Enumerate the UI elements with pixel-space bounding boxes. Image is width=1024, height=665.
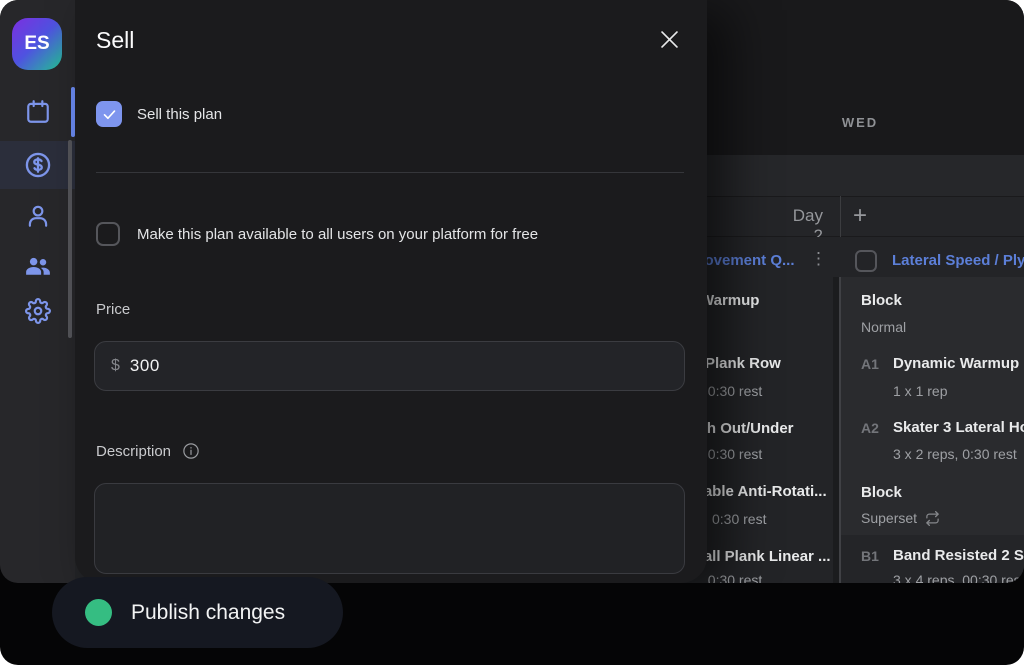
exercise-name: Warmup [700, 292, 759, 309]
sidebar-item-settings[interactable] [0, 287, 75, 335]
free-plan-label: Make this plan available to all users on… [137, 226, 538, 243]
block-type-text: Superset [861, 510, 917, 526]
modal-divider [96, 172, 684, 173]
sell-this-plan-label: Sell this plan [137, 106, 222, 123]
gear-icon [25, 298, 51, 324]
checkmark-icon [102, 107, 117, 122]
exercise-name: Plank Row [705, 355, 781, 372]
description-input[interactable] [94, 483, 685, 574]
publish-changes-button[interactable]: Publish changes [52, 577, 343, 648]
day-column-divider [840, 196, 841, 237]
block-label: Block [861, 484, 902, 501]
price-label: Price [96, 301, 130, 318]
sidebar: ES [0, 0, 75, 583]
sidebar-item-calendar[interactable] [0, 88, 75, 136]
exercise-name: Dynamic Warmup [893, 355, 1019, 372]
sidebar-item-profile[interactable] [0, 192, 75, 240]
close-icon [661, 31, 678, 48]
exercise-detail: 1 x 1 rep [893, 383, 947, 399]
workout-title-link-left[interactable]: Movement Q... [692, 252, 795, 269]
description-label: Description [96, 443, 171, 460]
column-gap [833, 277, 839, 583]
exercise-detail: , 0:30 rest [700, 383, 762, 399]
app-window: WED Day 2 + Movement Q... ⋮ Warmup Plank… [0, 0, 1024, 665]
exercise-detail: 0:30 rest [712, 511, 766, 527]
more-options-icon[interactable]: ⋮ [810, 249, 827, 269]
exercise-id: A2 [861, 420, 879, 436]
add-workout-button[interactable]: + [846, 202, 874, 230]
sidebar-item-clients[interactable] [0, 242, 75, 290]
app-surface: WED Day 2 + Movement Q... ⋮ Warmup Plank… [0, 0, 1024, 583]
currency-symbol: $ [111, 357, 120, 375]
people-group-icon [23, 251, 53, 281]
block-type: Normal [861, 319, 906, 335]
exercise-name: Skater 3 Lateral Hop [893, 419, 1024, 436]
dollar-circle-icon [24, 151, 52, 179]
exercise-detail: 3 x 4 reps, 00:30 rest [893, 572, 1024, 583]
workout-select-checkbox[interactable] [855, 250, 877, 272]
workout-title-link-right[interactable]: Lateral Speed / Plyo [892, 252, 1024, 269]
superset-repeat-icon [925, 511, 940, 526]
calendar-icon [25, 99, 51, 125]
modal-title: Sell [96, 27, 134, 54]
sidebar-item-payments[interactable] [0, 141, 75, 189]
sell-this-plan-checkbox[interactable] [96, 101, 122, 127]
exercise-detail: , 0:30 rest [700, 572, 762, 583]
block-type: Superset [861, 510, 940, 526]
price-input[interactable] [130, 356, 668, 376]
info-icon[interactable] [182, 442, 200, 460]
price-field: $ [94, 341, 685, 391]
exercise-detail: 3 x 2 reps, 0:30 rest [893, 446, 1017, 462]
person-icon [25, 203, 51, 229]
scrollbar-thumb[interactable] [68, 140, 72, 338]
close-button[interactable] [658, 28, 680, 50]
exercise-name: Ball Plank Linear ... [693, 548, 831, 565]
exercise-name: Band Resisted 2 Step [893, 547, 1024, 564]
sell-modal: Sell Sell this plan Make this plan avail… [75, 0, 707, 583]
block-label: Block [861, 292, 902, 309]
exercise-name: Cable Anti-Rotati... [693, 483, 827, 500]
exercise-id: A1 [861, 356, 879, 372]
weekday-header: WED [790, 115, 930, 130]
status-dot-icon [85, 599, 112, 626]
exercise-id: B1 [861, 548, 879, 564]
description-label-row: Description [96, 442, 200, 460]
publish-changes-label: Publish changes [131, 601, 285, 625]
exercise-detail: , 0:30 rest [700, 446, 762, 462]
free-plan-checkbox[interactable] [96, 222, 120, 246]
workspace-avatar[interactable]: ES [12, 18, 62, 70]
